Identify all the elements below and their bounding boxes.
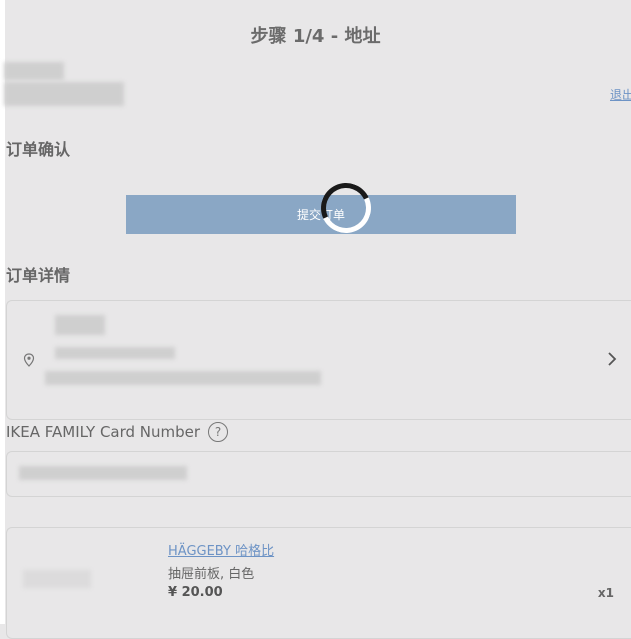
user-name-redacted	[4, 62, 64, 80]
address-card[interactable]	[6, 300, 631, 420]
address-line-redacted	[45, 371, 321, 385]
family-card-label: IKEA FAMILY Card Number ?	[6, 422, 229, 442]
product-name-link[interactable]: HÄGGEBY 哈格比	[168, 540, 274, 559]
address-name-redacted	[55, 315, 105, 335]
product-qty: x1	[597, 586, 614, 600]
logout-link[interactable]: 退出	[610, 86, 631, 103]
family-card-label-text: IKEA FAMILY Card Number	[6, 423, 201, 441]
product-desc: 抽屉前板, 白色	[168, 567, 255, 582]
address-phone-redacted	[55, 347, 175, 359]
map-pin-icon	[23, 353, 35, 367]
page-title: 步骤 1/4 - 地址	[250, 26, 381, 47]
question-circle-icon[interactable]: ?	[208, 422, 229, 442]
order-confirm-title: 订单确认	[6, 140, 71, 159]
product-card	[6, 527, 631, 639]
product-image-placeholder	[23, 570, 91, 588]
user-info-redacted	[4, 82, 124, 106]
family-card-input[interactable]	[6, 451, 631, 497]
family-card-number-redacted	[19, 466, 187, 480]
chevron-right-icon	[608, 352, 617, 366]
order-details-title: 订单详情	[6, 266, 71, 285]
product-price: ¥ 20.00	[168, 585, 223, 600]
